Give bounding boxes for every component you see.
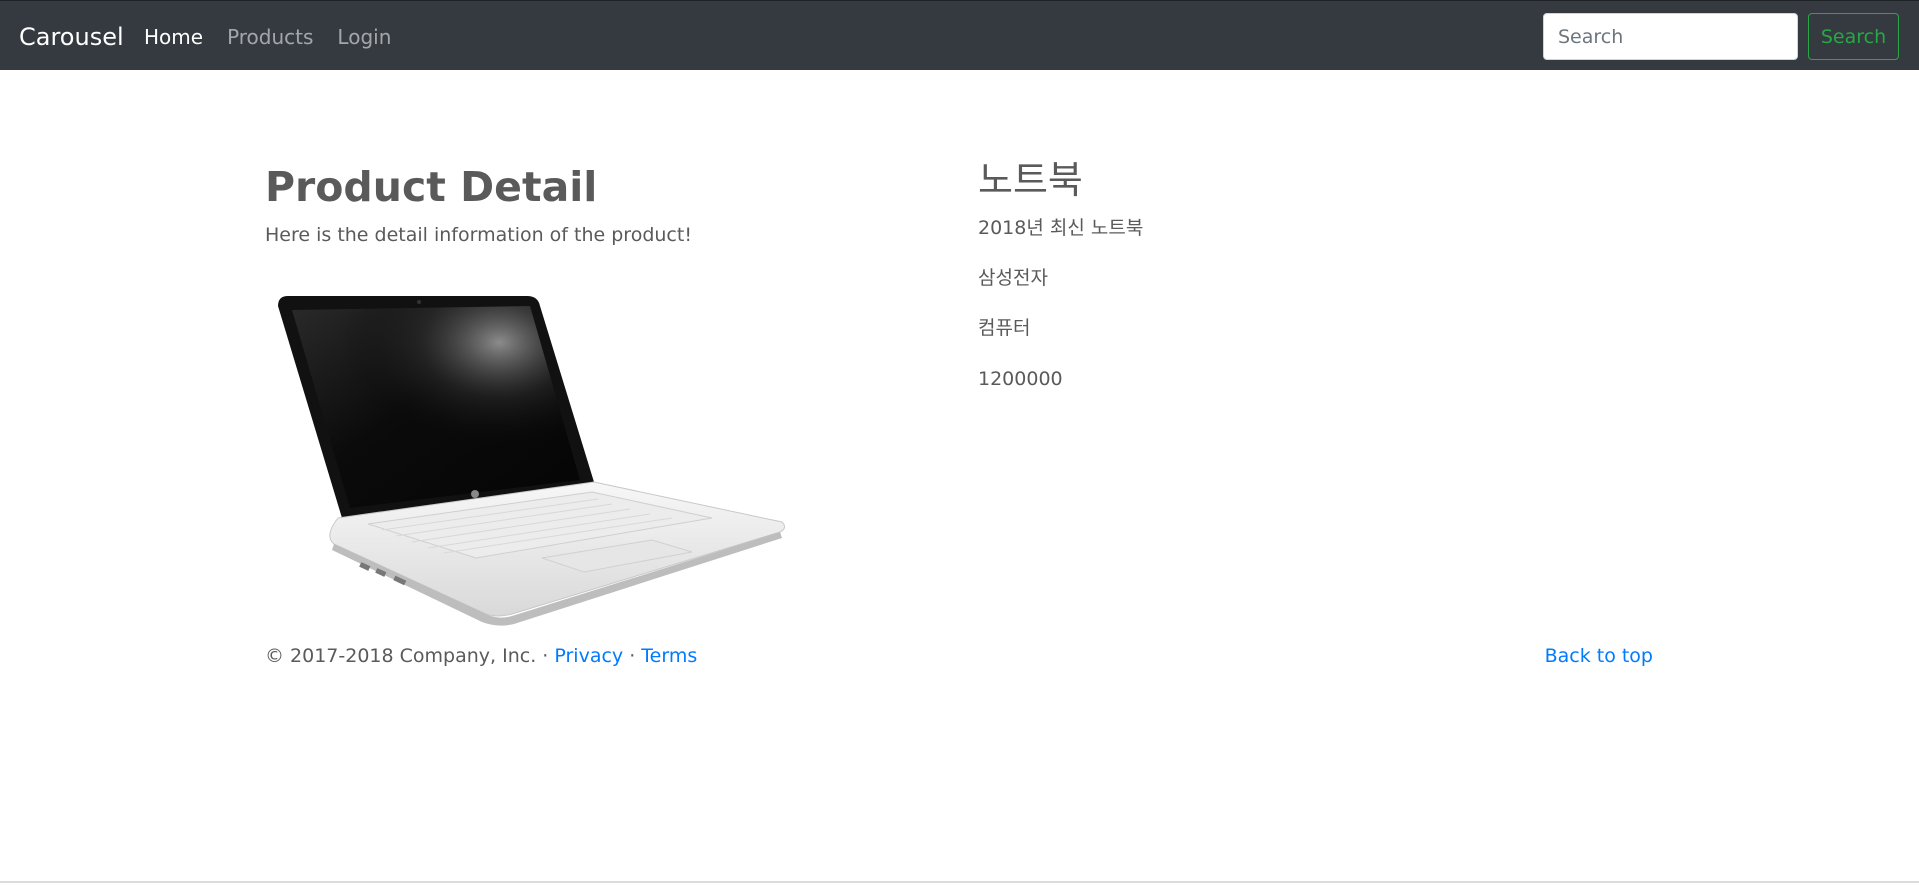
page-title: Product Detail bbox=[265, 163, 598, 211]
nav-link-login[interactable]: Login bbox=[337, 25, 391, 49]
page-lead: Here is the detail information of the pr… bbox=[265, 224, 692, 246]
product-category: 컴퓨터 bbox=[978, 317, 1031, 339]
product-description: 2018년 최신 노트북 bbox=[978, 217, 1144, 239]
product-name: 노트북 bbox=[978, 158, 1083, 202]
privacy-link[interactable]: Privacy bbox=[554, 645, 623, 667]
product-price: 1200000 bbox=[978, 368, 1063, 390]
bottom-divider bbox=[0, 881, 1919, 883]
back-to-top-link[interactable]: Back to top bbox=[1545, 643, 1653, 669]
nav-link-products[interactable]: Products bbox=[227, 25, 313, 49]
search-button[interactable]: Search bbox=[1808, 13, 1899, 60]
footer-separator: · bbox=[623, 645, 642, 667]
copyright-text: © 2017-2018 Company, Inc. · bbox=[265, 645, 555, 667]
product-maker: 삼성전자 bbox=[978, 267, 1048, 289]
nav-links: Home Products Login bbox=[144, 25, 415, 49]
page-footer: © 2017-2018 Company, Inc. · Privacy · Te… bbox=[265, 643, 1653, 673]
search-input[interactable] bbox=[1543, 13, 1798, 60]
footer-copyright-line: © 2017-2018 Company, Inc. · Privacy · Te… bbox=[265, 643, 697, 669]
laptop-image bbox=[278, 296, 786, 626]
terms-link[interactable]: Terms bbox=[641, 645, 697, 667]
top-navbar: Carousel Home Products Login Search bbox=[0, 0, 1919, 70]
nav-link-home[interactable]: Home bbox=[144, 25, 203, 49]
navbar-brand[interactable]: Carousel bbox=[19, 23, 124, 51]
